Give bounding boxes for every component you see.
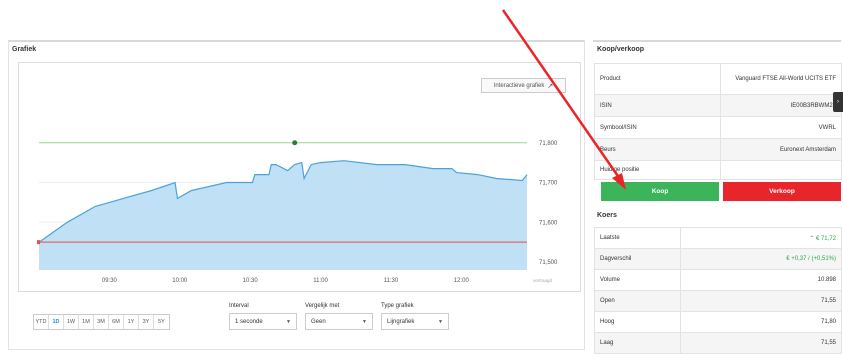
high-point-marker [292, 140, 298, 146]
range-ytd[interactable]: YTD [34, 315, 49, 329]
table-row: Hoog 71,80 [594, 311, 842, 333]
table-row: Symbool/ISIN VWRL [594, 116, 842, 139]
time-tick-label: 09:30 [102, 278, 118, 284]
start-marker [37, 240, 40, 245]
interval-select[interactable]: 1 seconde ▼ [229, 313, 297, 330]
interactive-chart-button[interactable]: Interactieve grafiek ↗ [481, 78, 566, 93]
row-value: 71,55 [680, 290, 842, 312]
koopverkoop-title: Koop/verkoop [597, 46, 645, 53]
price-tick-label: 71,500 [539, 260, 558, 266]
interval-value: 1 seconde [235, 318, 263, 325]
row-label: Product [594, 63, 721, 95]
row-label: ISIN [594, 94, 721, 117]
range-5y[interactable]: 5Y [154, 315, 169, 329]
range-1d[interactable]: 1D [49, 315, 64, 329]
time-tick-label: 11:00 [313, 278, 328, 284]
chevron-down-icon: ▼ [438, 318, 443, 325]
price-tick-label: 71,800 [539, 141, 558, 147]
time-tick-label: 12:00 [454, 278, 470, 284]
chevron-down-icon: ▼ [362, 318, 367, 325]
row-label: Symbool/ISIN [594, 116, 721, 139]
type-value: Lijngrafiek [387, 318, 415, 325]
vergelijk-label: Vergelijk met [305, 303, 340, 309]
table-row: Laag 71,55 [594, 332, 842, 354]
koers-table: Laatste ⌃ € 71,72 Dagverschil € +0,37 / … [594, 227, 842, 354]
range-3m[interactable]: 3M [94, 315, 109, 329]
vergelijk-value: Geen [311, 318, 326, 325]
interval-label: Interval [229, 303, 249, 309]
price-chart: 71,800 71,700 71,600 71,500 09:30 10:00 10:30 1… [37, 140, 558, 284]
table-row: Product Vanguard FTSE All-World UCITS ET… [594, 63, 842, 95]
table-row: Beurs Euronext Amsterdam [594, 138, 842, 161]
row-value: 10.898 [680, 269, 842, 291]
time-tick-label: 11:30 [384, 278, 399, 284]
external-link-icon: ↗ [547, 82, 554, 90]
table-row: Volume 10.898 [594, 269, 842, 291]
range-1y[interactable]: 1Y [124, 315, 139, 329]
row-value: IE00B3RBWM25 [720, 94, 842, 117]
row-value [720, 160, 842, 180]
range-6m[interactable]: 6M [109, 315, 124, 329]
row-label: Open [594, 290, 681, 312]
price-tick-label: 71,600 [539, 220, 558, 226]
row-value: Euronext Amsterdam [720, 138, 842, 161]
range-selector: YTD 1D 1W 1M 3M 6M 1Y 3Y 5Y [33, 314, 170, 330]
row-value: ⌃ € 71,72 [680, 227, 842, 249]
row-label: Dagverschil [594, 248, 681, 270]
row-label: Laag [594, 332, 681, 354]
row-value: Vanguard FTSE All-World UCITS ETF [720, 63, 842, 95]
last-price: € 71,72 [815, 235, 836, 242]
row-label: Hoog [594, 311, 681, 333]
koers-title: Koers [597, 212, 617, 219]
range-1m[interactable]: 1M [79, 315, 94, 329]
interactive-chart-label: Interactieve grafiek [493, 82, 545, 89]
buy-button[interactable]: Koop [601, 182, 719, 201]
row-label: Huidige positie [594, 160, 721, 180]
vergelijk-select[interactable]: Geen ▼ [305, 313, 373, 330]
row-label: Volume [594, 269, 681, 291]
type-select[interactable]: Lijngrafiek ▼ [381, 313, 449, 330]
row-label: Beurs [594, 138, 721, 161]
range-1w[interactable]: 1W [64, 315, 79, 329]
product-table: Product Vanguard FTSE All-World UCITS ET… [594, 63, 842, 180]
chevron-down-icon: ▼ [286, 318, 291, 325]
delayed-watermark: vertraagd [533, 278, 553, 283]
price-tick-label: 71,700 [539, 181, 558, 187]
price-area [39, 160, 527, 270]
row-value: 71,55 [680, 332, 842, 354]
range-3y[interactable]: 3Y [139, 315, 154, 329]
table-row: ISIN IE00B3RBWM25 [594, 94, 842, 117]
time-tick-label: 10:30 [243, 278, 259, 284]
time-tick-label: 10:00 [172, 278, 188, 284]
row-label: Laatste [594, 227, 681, 249]
chart-area[interactable]: 71,800 71,700 71,600 71,500 09:30 10:00 10:30 1… [18, 62, 581, 292]
table-row: Huidige positie [594, 160, 842, 180]
sell-button[interactable]: Verkoop [723, 182, 841, 201]
table-row: Open 71,55 [594, 290, 842, 312]
table-row: Dagverschil € +0,37 / (+0,51%) [594, 248, 842, 270]
row-value: € +0,37 / (+0,51%) [680, 248, 842, 270]
type-label: Type grafiek [381, 303, 414, 309]
row-value: VWRL [720, 116, 842, 139]
side-tab-chevron-icon[interactable]: › [833, 92, 843, 112]
table-row: Laatste ⌃ € 71,72 [594, 227, 842, 249]
row-value: 71,80 [680, 311, 842, 333]
up-chevron-icon: ⌃ [809, 235, 815, 242]
